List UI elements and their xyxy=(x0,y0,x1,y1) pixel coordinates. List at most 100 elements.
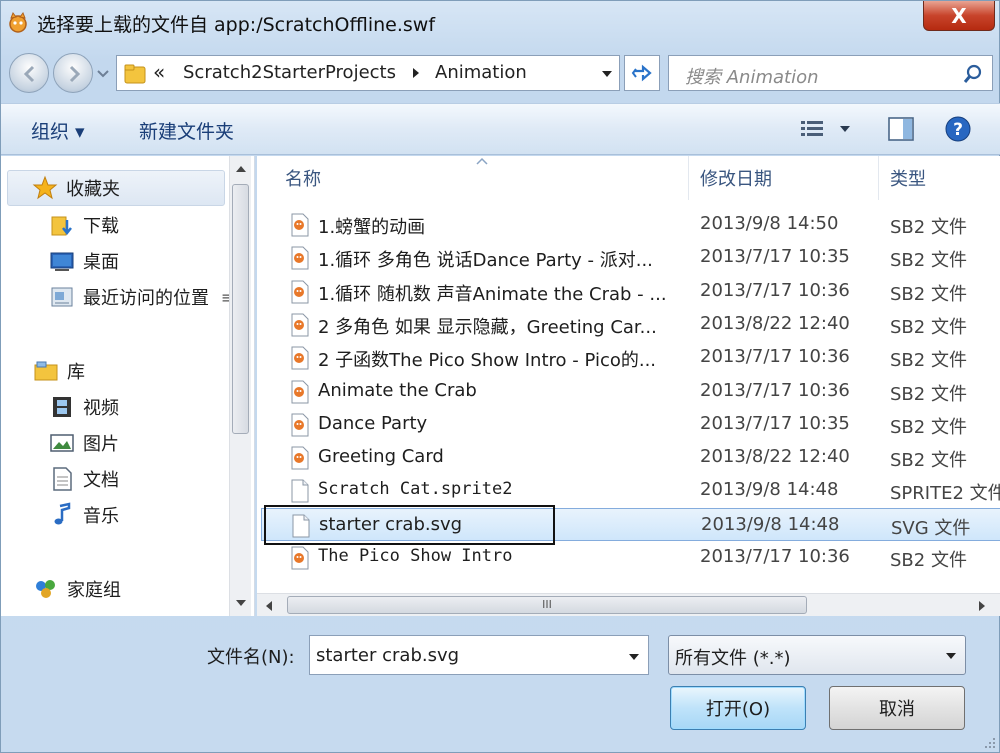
file-type: SB2 文件 xyxy=(890,217,967,238)
libraries-icon xyxy=(33,358,59,384)
refresh-button[interactable] xyxy=(624,55,660,91)
scroll-down-icon[interactable] xyxy=(235,598,247,608)
resize-grip-icon[interactable] xyxy=(981,734,997,750)
file-date: 2013/8/22 12:40 xyxy=(700,312,850,334)
title-bar[interactable]: 选择要上载的文件自 app:/ScratchOffline.swf X xyxy=(1,1,1000,45)
file-row-selected[interactable]: starter crab.svg 2013/9/8 14:48 SVG 文件 xyxy=(261,507,1000,541)
organize-menu[interactable]: 组织 ▾ xyxy=(31,117,85,144)
music-note-icon xyxy=(49,502,75,528)
file-name: Scratch Cat.sprite2 xyxy=(318,479,513,500)
file-type-filter[interactable]: 所有文件 (*.*) xyxy=(668,635,966,675)
file-type: SB2 文件 xyxy=(890,350,967,372)
arrow-left-icon xyxy=(23,65,35,83)
star-icon xyxy=(32,175,58,201)
file-row[interactable]: Animate the Crab 2013/7/17 10:36 SB2 文件 xyxy=(261,375,1000,408)
nav-videos[interactable]: 视频 xyxy=(49,390,119,424)
refresh-icon xyxy=(631,64,652,82)
column-divider[interactable] xyxy=(878,156,879,200)
back-button[interactable] xyxy=(9,53,49,93)
breadcrumb-segment[interactable]: Animation xyxy=(435,62,527,83)
file-type-value: 所有文件 (*.*) xyxy=(675,648,791,669)
column-header-name[interactable]: 名称 xyxy=(285,156,321,200)
chevron-down-icon[interactable] xyxy=(628,652,640,662)
breadcrumb-arrow-icon[interactable] xyxy=(411,66,421,80)
help-icon[interactable]: ? xyxy=(944,115,972,143)
new-folder-button[interactable]: 新建文件夹 xyxy=(139,117,234,144)
chevron-down-icon[interactable] xyxy=(839,124,851,134)
nav-favorites[interactable]: 收藏夹 xyxy=(7,170,225,206)
view-options-icon[interactable] xyxy=(799,118,827,140)
file-row[interactable]: The Pico Show Intro 2013/7/17 10:36 SB2 文件 xyxy=(261,541,1000,574)
scroll-up-icon[interactable] xyxy=(235,164,247,174)
sort-ascending-icon xyxy=(476,157,488,165)
forward-button[interactable] xyxy=(53,53,93,93)
nav-libraries[interactable]: 库 xyxy=(33,354,85,388)
file-date: 2013/7/17 10:35 xyxy=(700,412,850,434)
file-name: 1.循环 多角色 说话Dance Party - 派对... xyxy=(318,250,653,272)
horizontal-scrollbar[interactable]: III xyxy=(257,593,1000,616)
cancel-button[interactable]: 取消 xyxy=(829,686,965,730)
nav-music[interactable]: 音乐 xyxy=(49,498,119,532)
file-row[interactable]: Greeting Card 2013/8/22 12:40 SB2 文件 xyxy=(261,441,1000,474)
nav-label: 图片 xyxy=(83,434,119,455)
nav-downloads[interactable]: 下载 xyxy=(49,208,119,242)
pictures-icon xyxy=(49,430,75,456)
search-input[interactable]: 搜索 Animation xyxy=(668,55,993,91)
recent-pages-dropdown-icon[interactable] xyxy=(96,65,110,81)
file-date: 2013/7/17 10:35 xyxy=(700,246,850,268)
file-type: SB2 文件 xyxy=(890,550,967,571)
file-row[interactable]: Scratch Cat.sprite2 2013/9/8 14:48 SPRITE2… xyxy=(261,474,1000,507)
nav-homegroup[interactable]: 家庭组 xyxy=(33,572,121,606)
breadcrumb-segment[interactable]: Scratch2StarterProjects xyxy=(183,62,396,83)
svg-text:?: ? xyxy=(953,120,963,140)
navigation-pane: 收藏夹 下载 桌面 最近访问的位置 ≡ 库 视频 图片 文档 音乐 家庭组 xyxy=(1,156,255,616)
file-row[interactable]: 1.螃蟹的动画 2013/9/8 14:50 SB2 文件 xyxy=(261,208,1000,241)
scroll-right-icon[interactable] xyxy=(977,600,987,612)
file-date: 2013/7/17 10:36 xyxy=(700,379,850,401)
file-row[interactable]: Dance Party 2013/7/17 10:35 SB2 文件 xyxy=(261,408,1000,441)
arrow-right-icon xyxy=(69,65,81,83)
breadcrumb-overflow[interactable]: « xyxy=(153,60,165,84)
address-bar[interactable]: « Scratch2StarterProjects Animation xyxy=(116,55,620,91)
nav-label: 下载 xyxy=(83,216,119,237)
chevron-down-icon[interactable] xyxy=(601,69,613,79)
scratch-file-icon xyxy=(289,280,311,309)
file-row[interactable]: 2 子函数The Pico Show Intro - Pico的... 2013/… xyxy=(261,341,1000,374)
scroll-left-icon[interactable] xyxy=(264,600,274,612)
open-button[interactable]: 打开(O) xyxy=(670,686,806,730)
nav-desktop[interactable]: 桌面 xyxy=(49,244,119,278)
file-date: 2013/8/22 12:40 xyxy=(700,446,850,468)
blank-file-icon xyxy=(289,479,311,508)
nav-label: 音乐 xyxy=(83,506,119,527)
file-name: The Pico Show Intro xyxy=(318,546,513,566)
scratch-file-icon xyxy=(289,546,311,575)
file-row[interactable]: 2 多角色 如果 显示隐藏，Greeting Car... 2013/8/22 1… xyxy=(261,308,1000,341)
window-title: 选择要上载的文件自 app:/ScratchOffline.swf xyxy=(37,14,436,36)
nav-scroll-thumb[interactable] xyxy=(232,184,249,434)
search-placeholder: 搜索 Animation xyxy=(685,67,819,88)
nav-recent-places[interactable]: 最近访问的位置 ≡ xyxy=(49,280,234,314)
scratch-file-icon xyxy=(289,413,311,442)
file-name: 1.循环 随机数 声音Animate the Crab - ... xyxy=(318,283,667,305)
nav-label: 家庭组 xyxy=(67,580,121,601)
preview-pane-icon[interactable] xyxy=(887,115,915,143)
file-name: 2 多角色 如果 显示隐藏，Greeting Car... xyxy=(318,316,657,338)
nav-scrollbar[interactable] xyxy=(229,156,251,616)
file-row[interactable]: 1.循环 随机数 声音Animate the Crab - ... 2013/7/… xyxy=(261,275,1000,308)
nav-label: 库 xyxy=(67,362,85,383)
column-header-type[interactable]: 类型 xyxy=(890,156,926,200)
column-header-date[interactable]: 修改日期 xyxy=(700,156,772,200)
chevron-down-icon[interactable] xyxy=(945,651,957,661)
file-row[interactable]: 1.循环 多角色 说话Dance Party - 派对... 2013/7/17 … xyxy=(261,241,1000,274)
column-divider[interactable] xyxy=(688,156,689,200)
scratch-app-icon xyxy=(9,12,27,33)
close-button[interactable]: X xyxy=(923,1,995,31)
desktop-icon xyxy=(49,248,75,274)
search-icon[interactable] xyxy=(962,63,984,85)
nav-pictures[interactable]: 图片 xyxy=(49,426,119,460)
nav-documents[interactable]: 文档 xyxy=(49,462,119,496)
scratch-file-icon xyxy=(289,313,311,342)
horizontal-scroll-thumb[interactable]: III xyxy=(287,596,807,614)
file-date: 2013/7/17 10:36 xyxy=(700,346,850,368)
filename-field[interactable]: starter crab.svg xyxy=(309,635,649,675)
